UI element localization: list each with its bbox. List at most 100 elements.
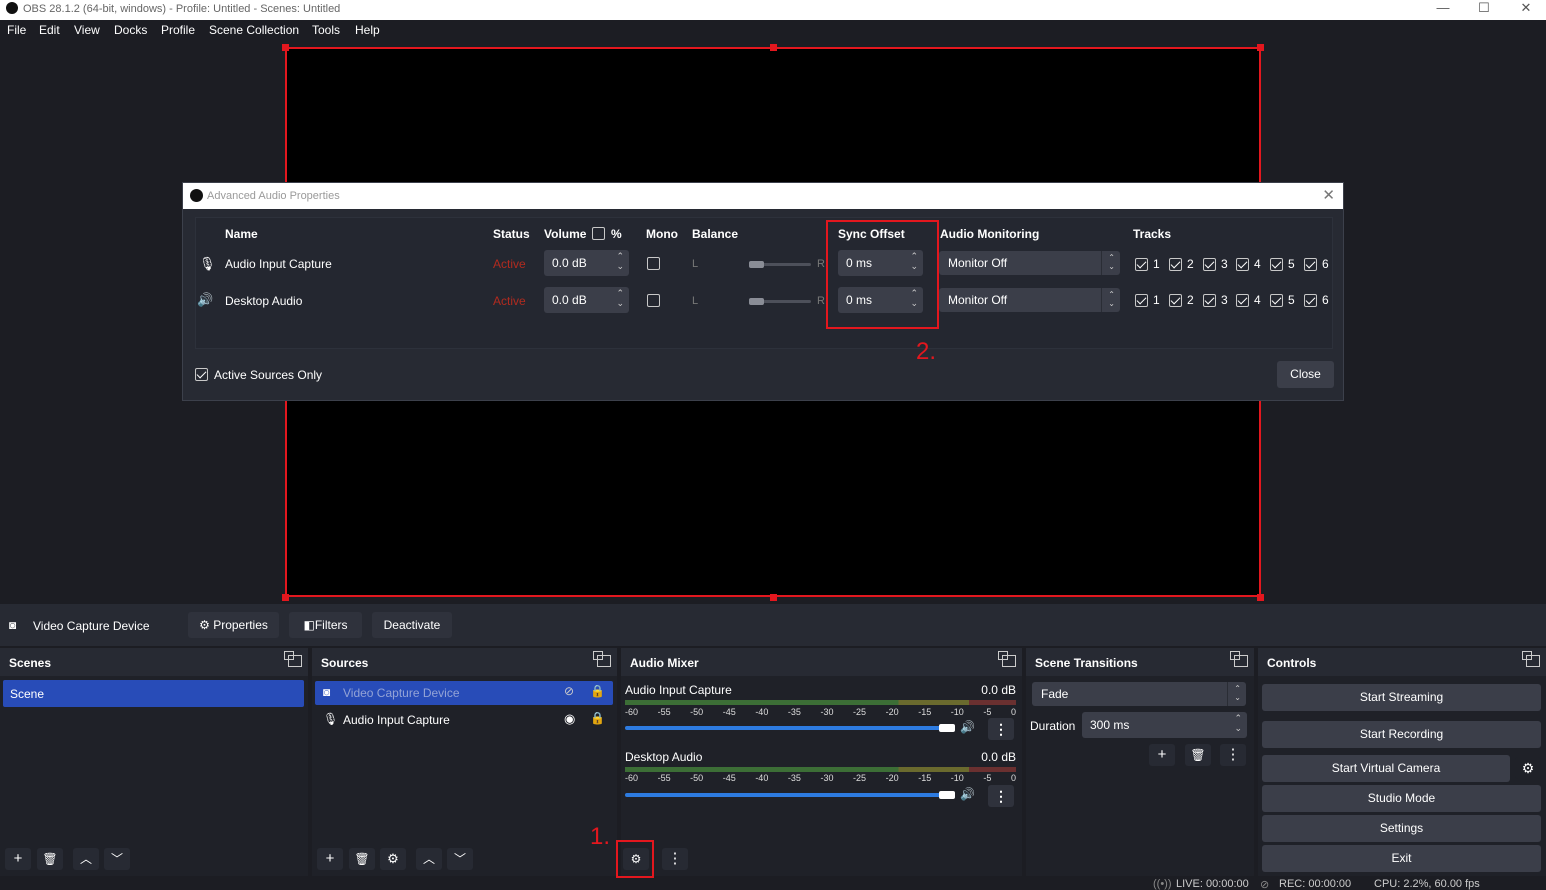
- advanced-audio-properties-gear-icon[interactable]: ⚙: [623, 848, 649, 870]
- source-item[interactable]: ◙ Video Capture Device ⊘ 🔒: [315, 681, 613, 705]
- track-6-checkbox[interactable]: [1304, 294, 1317, 307]
- menu-docks[interactable]: Docks: [114, 23, 147, 37]
- volume-spinbox[interactable]: 0.0 dB ⌃ ⌄: [544, 250, 629, 276]
- mixer-channel-db: 0.0 dB: [981, 750, 1016, 764]
- properties-button[interactable]: ⚙ Properties: [188, 612, 279, 638]
- speaker-icon[interactable]: 🔊: [960, 787, 975, 801]
- close-window-button[interactable]: ✕: [1511, 1, 1541, 17]
- undock-icon[interactable]: [593, 651, 611, 667]
- mono-checkbox[interactable]: [647, 257, 660, 270]
- volume-slider[interactable]: [625, 793, 955, 797]
- undock-icon[interactable]: [998, 651, 1016, 667]
- resize-handle[interactable]: [770, 594, 777, 601]
- exit-button[interactable]: Exit: [1262, 845, 1541, 872]
- speaker-icon: 🔊: [197, 292, 214, 307]
- add-source-icon[interactable]: +: [317, 848, 343, 870]
- meter-tick: -30: [820, 707, 834, 717]
- track-3-checkbox[interactable]: [1203, 294, 1216, 307]
- meter-tick: -60: [625, 773, 639, 783]
- window-title: OBS 28.1.2 (64-bit, windows) - Profile: …: [23, 3, 341, 15]
- undock-icon[interactable]: [1522, 651, 1540, 667]
- track-4-checkbox[interactable]: [1236, 294, 1249, 307]
- channel-menu-icon[interactable]: ⋮: [988, 718, 1014, 740]
- menu-scene-collection[interactable]: Scene Collection: [209, 23, 299, 37]
- balance-slider-handle[interactable]: [749, 298, 764, 305]
- transition-menu-icon[interactable]: ⋮: [1220, 744, 1246, 766]
- move-up-icon[interactable]: ︿: [416, 848, 442, 870]
- visibility-hidden-icon[interactable]: ⊘: [564, 684, 574, 698]
- spin-arrows-icon[interactable]: ⌃ ⌄: [616, 251, 624, 271]
- volume-slider-handle[interactable]: [939, 791, 955, 799]
- balance-slider-handle[interactable]: [749, 261, 764, 268]
- track-label: 1: [1153, 293, 1160, 307]
- duration-spinbox[interactable]: 300 ms ⌃ ⌄: [1082, 712, 1247, 738]
- eye-icon[interactable]: ◉: [564, 711, 575, 727]
- header-status: Status: [493, 227, 530, 241]
- resize-handle[interactable]: [282, 594, 289, 601]
- resize-handle[interactable]: [770, 44, 777, 51]
- menu-profile[interactable]: Profile: [161, 23, 195, 37]
- lock-icon[interactable]: 🔒: [590, 711, 605, 725]
- volume-slider[interactable]: [625, 726, 955, 730]
- menu-help[interactable]: Help: [355, 23, 380, 37]
- dialog-close-icon[interactable]: ✕: [1322, 186, 1335, 204]
- start-virtual-camera-button[interactable]: Start Virtual Camera: [1262, 755, 1510, 782]
- volume-slider-handle[interactable]: [939, 724, 955, 732]
- resize-handle[interactable]: [1257, 44, 1264, 51]
- volume-spinbox[interactable]: 0.0 dB ⌃ ⌄: [544, 287, 629, 313]
- track-2-checkbox[interactable]: [1169, 258, 1182, 271]
- track-6-checkbox[interactable]: [1304, 258, 1317, 271]
- undock-icon[interactable]: [1230, 651, 1248, 667]
- add-scene-icon[interactable]: +: [5, 848, 31, 870]
- transition-type-select[interactable]: Fade ⌃ ⌄: [1032, 682, 1246, 706]
- add-transition-icon[interactable]: +: [1149, 744, 1175, 766]
- track-1-checkbox[interactable]: [1135, 294, 1148, 307]
- move-down-icon[interactable]: ﹀: [447, 848, 473, 870]
- settings-button[interactable]: Settings: [1262, 815, 1541, 842]
- mixer-menu-icon[interactable]: ⋮: [662, 848, 688, 870]
- move-up-icon[interactable]: ︿: [73, 848, 99, 870]
- resize-handle[interactable]: [1257, 594, 1264, 601]
- audio-monitoring-select[interactable]: Monitor Off ⌃ ⌄: [939, 288, 1120, 312]
- mono-checkbox[interactable]: [647, 294, 660, 307]
- track-3-checkbox[interactable]: [1203, 258, 1216, 271]
- studio-mode-button[interactable]: Studio Mode: [1262, 785, 1541, 812]
- track-2-checkbox[interactable]: [1169, 294, 1182, 307]
- spin-arrows-icon[interactable]: ⌃ ⌄: [616, 288, 624, 308]
- transition-type-value: Fade: [1041, 687, 1069, 701]
- menu-file[interactable]: File: [7, 23, 26, 37]
- virtual-camera-settings-gear-icon[interactable]: ⚙: [1515, 757, 1541, 779]
- move-down-icon[interactable]: ﹀: [104, 848, 130, 870]
- track-5-checkbox[interactable]: [1270, 258, 1283, 271]
- undock-icon[interactable]: [284, 651, 302, 667]
- remove-transition-icon[interactable]: 🗑: [1185, 744, 1211, 766]
- minimize-button[interactable]: —: [1428, 1, 1458, 17]
- remove-scene-icon[interactable]: 🗑: [37, 848, 63, 870]
- channel-menu-icon[interactable]: ⋮: [988, 785, 1014, 807]
- track-1-checkbox[interactable]: [1135, 258, 1148, 271]
- start-recording-button[interactable]: Start Recording: [1262, 721, 1541, 748]
- source-properties-gear-icon[interactable]: ⚙: [380, 848, 406, 870]
- track-5-checkbox[interactable]: [1270, 294, 1283, 307]
- meter-tick: -45: [722, 707, 736, 717]
- lock-icon[interactable]: 🔒: [590, 684, 605, 698]
- source-item[interactable]: 🎙 Audio Input Capture ◉ 🔒: [315, 708, 613, 732]
- deactivate-button[interactable]: Deactivate: [372, 612, 452, 638]
- scene-item[interactable]: Scene: [3, 680, 304, 707]
- start-streaming-button[interactable]: Start Streaming: [1262, 684, 1541, 711]
- menu-edit[interactable]: Edit: [39, 23, 60, 37]
- dialog-close-button[interactable]: Close: [1277, 361, 1334, 388]
- meter-tick: -55: [657, 773, 671, 783]
- active-sources-only-checkbox[interactable]: [195, 368, 208, 381]
- filters-button[interactable]: ◧Filters: [289, 612, 362, 638]
- menu-tools[interactable]: Tools: [312, 23, 340, 37]
- spin-arrows-icon[interactable]: ⌃ ⌄: [1234, 713, 1242, 733]
- volume-percent-checkbox[interactable]: [592, 227, 605, 240]
- speaker-icon[interactable]: 🔊: [960, 720, 975, 734]
- resize-handle[interactable]: [282, 44, 289, 51]
- remove-source-icon[interactable]: 🗑: [349, 848, 375, 870]
- audio-monitoring-select[interactable]: Monitor Off ⌃ ⌄: [939, 251, 1120, 275]
- menu-view[interactable]: View: [74, 23, 100, 37]
- track-4-checkbox[interactable]: [1236, 258, 1249, 271]
- maximize-button[interactable]: ☐: [1469, 1, 1499, 17]
